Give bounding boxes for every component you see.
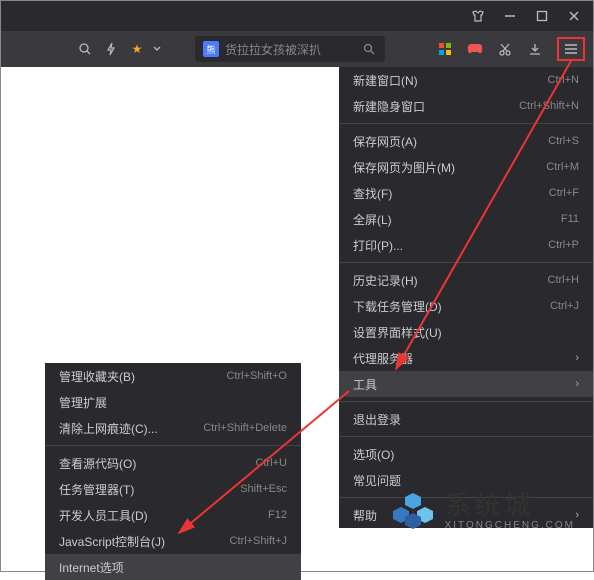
main-menu-item-3[interactable]: 保存网页(A)Ctrl+S	[339, 128, 593, 154]
menu-item-label: 保存网页为图片(M)	[353, 159, 546, 176]
sub-menu-item-0[interactable]: 管理收藏夹(B)Ctrl+Shift+O	[45, 363, 301, 389]
hamburger-highlight	[557, 37, 585, 61]
sub-menu-item-5[interactable]: 任务管理器(T)Shift+Esc	[45, 476, 301, 502]
scissors-icon[interactable]	[497, 41, 513, 57]
sub-menu-item-1[interactable]: 管理扩展	[45, 389, 301, 415]
chevron-right-icon: ›	[575, 352, 579, 364]
sub-menu-item-8[interactable]: Internet选项	[45, 554, 301, 580]
menu-item-label: 工具	[353, 376, 575, 393]
star-icon[interactable]: ★	[129, 41, 145, 57]
minimize-icon[interactable]	[503, 9, 517, 23]
chevron-right-icon: ›	[575, 509, 579, 521]
search-icon[interactable]	[77, 41, 93, 57]
watermark-icon	[391, 489, 435, 533]
gamepad-icon[interactable]	[467, 41, 483, 57]
tools-submenu: 管理收藏夹(B)Ctrl+Shift+O管理扩展清除上网痕迹(C)...Ctrl…	[45, 363, 301, 580]
sub-menu-item-2[interactable]: 清除上网痕迹(C)...Ctrl+Shift+Delete	[45, 415, 301, 441]
hamburger-icon[interactable]	[563, 41, 579, 57]
menu-item-label: Internet选项	[59, 559, 287, 576]
menu-item-label: 清除上网痕迹(C)...	[59, 420, 203, 437]
window-titlebar	[1, 1, 593, 31]
main-menu-item-11[interactable]: 设置界面样式(U)	[339, 319, 593, 345]
menu-item-shortcut: Ctrl+M	[546, 161, 579, 173]
main-menu-item-5[interactable]: 查找(F)Ctrl+F	[339, 180, 593, 206]
menu-item-label: 打印(P)...	[353, 237, 548, 254]
menu-item-label: 管理收藏夹(B)	[59, 368, 226, 385]
menu-item-shortcut: Ctrl+Shift+N	[519, 100, 579, 112]
search-input[interactable]: 熊 货拉拉女孩被深扒	[195, 36, 385, 62]
menu-item-label: 查看源代码(O)	[59, 455, 256, 472]
menu-item-label: 开发人员工具(D)	[59, 507, 268, 524]
menu-item-label: 常见问题	[353, 472, 579, 489]
main-menu-item-1[interactable]: 新建隐身窗口Ctrl+Shift+N	[339, 93, 593, 119]
menu-item-label: 任务管理器(T)	[59, 481, 240, 498]
watermark-title: 系统城	[445, 491, 575, 520]
main-menu-item-13[interactable]: 工具›	[339, 371, 593, 397]
menu-item-label: 下载任务管理(D)	[353, 298, 550, 315]
menu-item-shortcut: Ctrl+F	[549, 187, 579, 199]
menu-separator	[339, 262, 593, 263]
menu-item-shortcut: Ctrl+S	[548, 135, 579, 147]
menu-separator	[45, 445, 301, 446]
watermark: 系统城 XITONGCHENG.COM	[391, 489, 575, 533]
chevron-right-icon: ›	[575, 378, 579, 390]
sub-menu-item-7[interactable]: JavaScript控制台(J)Ctrl+Shift+J	[45, 528, 301, 554]
menu-item-label: 管理扩展	[59, 394, 287, 411]
menu-item-label: 查找(F)	[353, 185, 549, 202]
menu-item-label: 选项(O)	[353, 446, 579, 463]
sub-menu-item-6[interactable]: 开发人员工具(D)F12	[45, 502, 301, 528]
menu-item-label: 代理服务器	[353, 350, 575, 367]
menu-item-label: 保存网页(A)	[353, 133, 548, 150]
appearance-icon[interactable]	[471, 9, 485, 23]
menu-item-label: 新建隐身窗口	[353, 98, 519, 115]
menu-item-shortcut: Ctrl+H	[548, 274, 579, 286]
main-menu-item-15[interactable]: 退出登录	[339, 406, 593, 432]
watermark-url: XITONGCHENG.COM	[445, 520, 575, 531]
menu-item-shortcut: F12	[268, 509, 287, 521]
main-menu-item-10[interactable]: 下载任务管理(D)Ctrl+J	[339, 293, 593, 319]
download-icon[interactable]	[527, 41, 543, 57]
menu-item-shortcut: Ctrl+Shift+Delete	[203, 422, 287, 434]
menu-separator	[339, 401, 593, 402]
menu-item-label: 退出登录	[353, 411, 579, 428]
sub-menu-item-4[interactable]: 查看源代码(O)Ctrl+U	[45, 450, 301, 476]
menu-item-shortcut: F11	[561, 213, 579, 225]
menu-separator	[339, 123, 593, 124]
menu-item-label: 全屏(L)	[353, 211, 561, 228]
search-go-icon[interactable]	[361, 41, 377, 57]
grid-icon[interactable]	[437, 41, 453, 57]
menu-item-shortcut: Ctrl+Shift+O	[226, 370, 287, 382]
menu-item-label: 设置界面样式(U)	[353, 324, 579, 341]
menu-item-label: JavaScript控制台(J)	[59, 533, 230, 550]
main-menu: 新建窗口(N)Ctrl+N新建隐身窗口Ctrl+Shift+N保存网页(A)Ct…	[339, 67, 593, 528]
menu-separator	[339, 436, 593, 437]
menu-item-shortcut: Ctrl+Shift+J	[230, 535, 287, 547]
main-menu-item-6[interactable]: 全屏(L)F11	[339, 206, 593, 232]
baidu-icon: 熊	[203, 41, 219, 57]
main-menu-item-4[interactable]: 保存网页为图片(M)Ctrl+M	[339, 154, 593, 180]
menu-item-shortcut: Ctrl+N	[548, 74, 579, 86]
menu-item-label: 历史记录(H)	[353, 272, 548, 289]
menu-item-shortcut: Ctrl+J	[550, 300, 579, 312]
lightning-icon[interactable]	[103, 41, 119, 57]
close-icon[interactable]	[567, 9, 581, 23]
menu-item-shortcut: Shift+Esc	[240, 483, 287, 495]
main-menu-item-17[interactable]: 选项(O)	[339, 441, 593, 467]
menu-item-shortcut: Ctrl+P	[548, 239, 579, 251]
main-menu-item-9[interactable]: 历史记录(H)Ctrl+H	[339, 267, 593, 293]
chevron-down-icon[interactable]	[149, 41, 165, 57]
main-menu-item-0[interactable]: 新建窗口(N)Ctrl+N	[339, 67, 593, 93]
menu-item-shortcut: Ctrl+U	[256, 457, 287, 469]
menu-item-label: 新建窗口(N)	[353, 72, 548, 89]
browser-toolbar: ★ 熊 货拉拉女孩被深扒	[1, 31, 593, 67]
main-menu-item-12[interactable]: 代理服务器›	[339, 345, 593, 371]
maximize-icon[interactable]	[535, 9, 549, 23]
main-menu-item-7[interactable]: 打印(P)...Ctrl+P	[339, 232, 593, 258]
search-placeholder: 货拉拉女孩被深扒	[219, 41, 361, 58]
